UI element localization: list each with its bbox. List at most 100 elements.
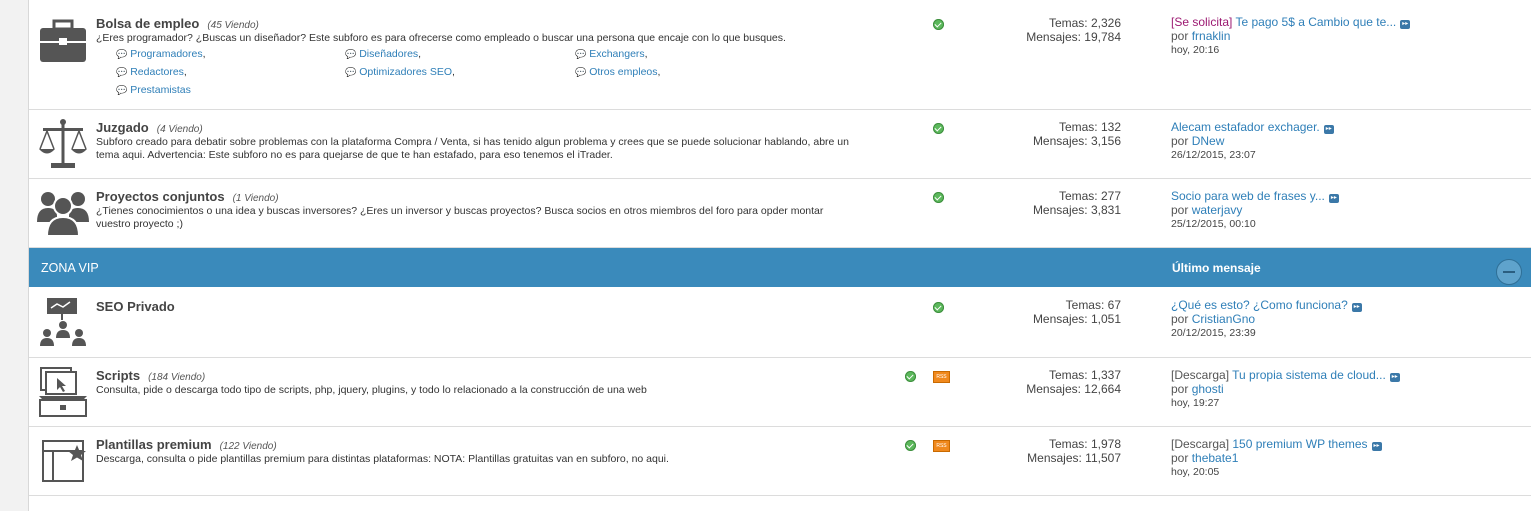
forum-row-scripts: Scripts (184 Viendo) Consulta, pide o des… — [29, 358, 1531, 427]
last-post-link[interactable]: Alecam estafador exchager. — [1171, 120, 1320, 134]
go-to-post-icon[interactable]: ▸▸ — [1400, 20, 1411, 29]
last-post: ¿Qué es esto? ¿Como funciona? ▸▸ por Cris… — [1171, 298, 1362, 340]
by-label: por — [1171, 312, 1189, 326]
forum-title-link[interactable]: Proyectos conjuntos (1 Viendo) — [96, 189, 279, 204]
forum-description: Descarga, consulta o pide plantillas pre… — [96, 453, 669, 465]
subforum-link[interactable]: 💬 Prestamistas — [116, 84, 191, 96]
last-post-user[interactable]: waterjavy — [1192, 203, 1243, 217]
forum-stats: Temas: 132 Mensajes: 3,156 — [1033, 120, 1121, 148]
speech-bubble-icon: 💬 — [345, 67, 357, 77]
go-to-post-icon[interactable]: ▸▸ — [1323, 125, 1334, 134]
topics-count: Temas: 277 — [1058, 189, 1121, 203]
last-post-user[interactable]: thebate1 — [1192, 451, 1239, 465]
last-post: Socio para web de frases y... ▸▸ por wate… — [1171, 189, 1339, 231]
forum-row-proyectos-conjuntos: Proyectos conjuntos (1 Viendo) ¿Tienes co… — [29, 179, 1531, 248]
section-title[interactable]: ZONA VIP — [41, 261, 99, 275]
subforum-link[interactable]: 💬 Redactores, — [116, 66, 187, 78]
last-post-user[interactable]: CristianGno — [1192, 312, 1255, 326]
subforum-link[interactable]: 💬 Exchangers, — [575, 48, 648, 60]
forum-description: ¿Eres programador? ¿Buscas un diseñador?… — [96, 32, 786, 44]
last-post-user[interactable]: frnaklin — [1192, 29, 1231, 43]
forum-title-link[interactable]: Plantillas premium (122 Viendo) — [96, 437, 277, 452]
speech-bubble-icon: 💬 — [116, 49, 128, 59]
by-label: por — [1171, 203, 1189, 217]
forum-title-link[interactable]: Juzgado (4 Viendo) — [96, 120, 203, 135]
forum-status-icon — [905, 371, 916, 382]
viewing-count: (45 Viendo) — [207, 20, 259, 31]
go-to-post-icon[interactable]: ▸▸ — [1351, 303, 1362, 312]
last-post-date: hoy, 20:16 — [1171, 44, 1220, 56]
scales-icon — [37, 118, 89, 170]
topics-count: Temas: 67 — [1065, 298, 1121, 312]
forum-description: Consulta, pide o descarga todo tipo de s… — [96, 384, 647, 396]
forum-row-plantillas-premium: Plantillas premium (122 Viendo) Descarga,… — [29, 427, 1531, 496]
speech-bubble-icon: 💬 — [116, 67, 128, 77]
topics-count: Temas: 1,337 — [1048, 368, 1121, 382]
script-window-icon — [37, 366, 89, 418]
speech-bubble-icon: 💬 — [345, 49, 357, 59]
group-icon — [37, 186, 89, 238]
forum-stats: Temas: 67 Mensajes: 1,051 — [1033, 298, 1121, 326]
thread-prefix: [Se solicita] — [1171, 15, 1233, 29]
subforum-link[interactable]: 💬 Diseñadores, — [345, 48, 421, 60]
by-label: por — [1171, 29, 1189, 43]
last-post-user[interactable]: DNew — [1192, 134, 1225, 148]
thread-prefix: [Descarga] — [1171, 437, 1230, 451]
forum-status-icon — [933, 19, 944, 30]
viewing-count: (4 Viendo) — [156, 124, 203, 135]
forum-stats: Temas: 2,326 Mensajes: 19,784 — [1026, 16, 1121, 44]
last-post-link[interactable]: Socio para web de frases y... — [1171, 189, 1325, 203]
last-post: Alecam estafador exchager. ▸▸ por DNew 26… — [1171, 120, 1334, 162]
forum-row-seo-privado: SEO Privado Temas: 67 Mensajes: 1,051 ¿Q… — [29, 288, 1531, 358]
template-star-icon — [37, 437, 89, 489]
last-post-link[interactable]: Te pago 5$ a Cambio que te... — [1235, 15, 1396, 29]
go-to-post-icon[interactable]: ▸▸ — [1371, 442, 1382, 451]
forum-stats: Temas: 1,337 Mensajes: 12,664 — [1026, 368, 1121, 396]
last-post-date: hoy, 20:05 — [1171, 466, 1220, 478]
last-post-date: hoy, 19:27 — [1171, 397, 1220, 409]
posts-count: Mensajes: 12,664 — [1026, 382, 1121, 396]
thread-prefix: [Descarga] — [1171, 368, 1230, 382]
presentation-icon — [37, 296, 89, 348]
last-post: [Descarga] Tu propia sistema de cloud...… — [1171, 368, 1400, 410]
last-post-user[interactable]: ghosti — [1192, 382, 1224, 396]
posts-count: Mensajes: 11,507 — [1027, 451, 1121, 465]
forum-title-link[interactable]: Scripts (184 Viendo) — [96, 368, 205, 383]
speech-bubble-icon: 💬 — [575, 49, 587, 59]
last-post-date: 25/12/2015, 00:10 — [1171, 218, 1256, 230]
forum-status-icon — [933, 192, 944, 203]
last-post-link[interactable]: Tu propia sistema de cloud... — [1232, 368, 1386, 382]
forum-row-partial — [29, 496, 1531, 511]
speech-bubble-icon: 💬 — [116, 85, 128, 95]
by-label: por — [1171, 134, 1189, 148]
section-header-zona-vip: ZONA VIP Último mensaje — [29, 248, 1531, 287]
last-post-link[interactable]: ¿Qué es esto? ¿Como funciona? — [1171, 298, 1348, 312]
viewing-count: (184 Viendo) — [148, 372, 206, 383]
subforum-link[interactable]: 💬 Programadores, — [116, 48, 206, 60]
posts-count: Mensajes: 19,784 — [1026, 30, 1121, 44]
forum-status-icon — [905, 440, 916, 451]
forum-title-link[interactable]: Bolsa de empleo (45 Viendo) — [96, 16, 259, 31]
forum-description: Subforo creado para debatir sobre proble… — [96, 136, 849, 161]
posts-count: Mensajes: 3,156 — [1032, 134, 1121, 148]
forum-row-bolsa-de-empleo: Bolsa de empleo (45 Viendo) ¿Eres program… — [29, 0, 1531, 110]
rss-icon[interactable]: RSS — [933, 440, 950, 452]
by-label: por — [1171, 382, 1189, 396]
speech-bubble-icon: 💬 — [575, 67, 587, 77]
posts-count: Mensajes: 3,831 — [1032, 203, 1121, 217]
last-post-link[interactable]: 150 premium WP themes — [1232, 437, 1367, 451]
forum-status-icon — [933, 123, 944, 134]
go-to-post-icon[interactable]: ▸▸ — [1328, 194, 1339, 203]
subforum-link[interactable]: 💬 Optimizadores SEO, — [345, 66, 455, 78]
viewing-count: (122 Viendo) — [219, 441, 277, 452]
topics-count: Temas: 2,326 — [1048, 16, 1121, 30]
rss-icon[interactable]: RSS — [933, 371, 950, 383]
last-post: [Descarga] 150 premium WP themes ▸▸ por t… — [1171, 437, 1382, 479]
viewing-count: (1 Viendo) — [232, 193, 279, 204]
forum-title-link[interactable]: SEO Privado — [96, 299, 175, 314]
subforum-link[interactable]: 💬 Otros empleos, — [575, 66, 660, 78]
briefcase-icon — [37, 15, 89, 67]
collapse-icon[interactable] — [1496, 259, 1522, 285]
go-to-post-icon[interactable]: ▸▸ — [1389, 373, 1400, 382]
forum-status-icon — [933, 302, 944, 313]
